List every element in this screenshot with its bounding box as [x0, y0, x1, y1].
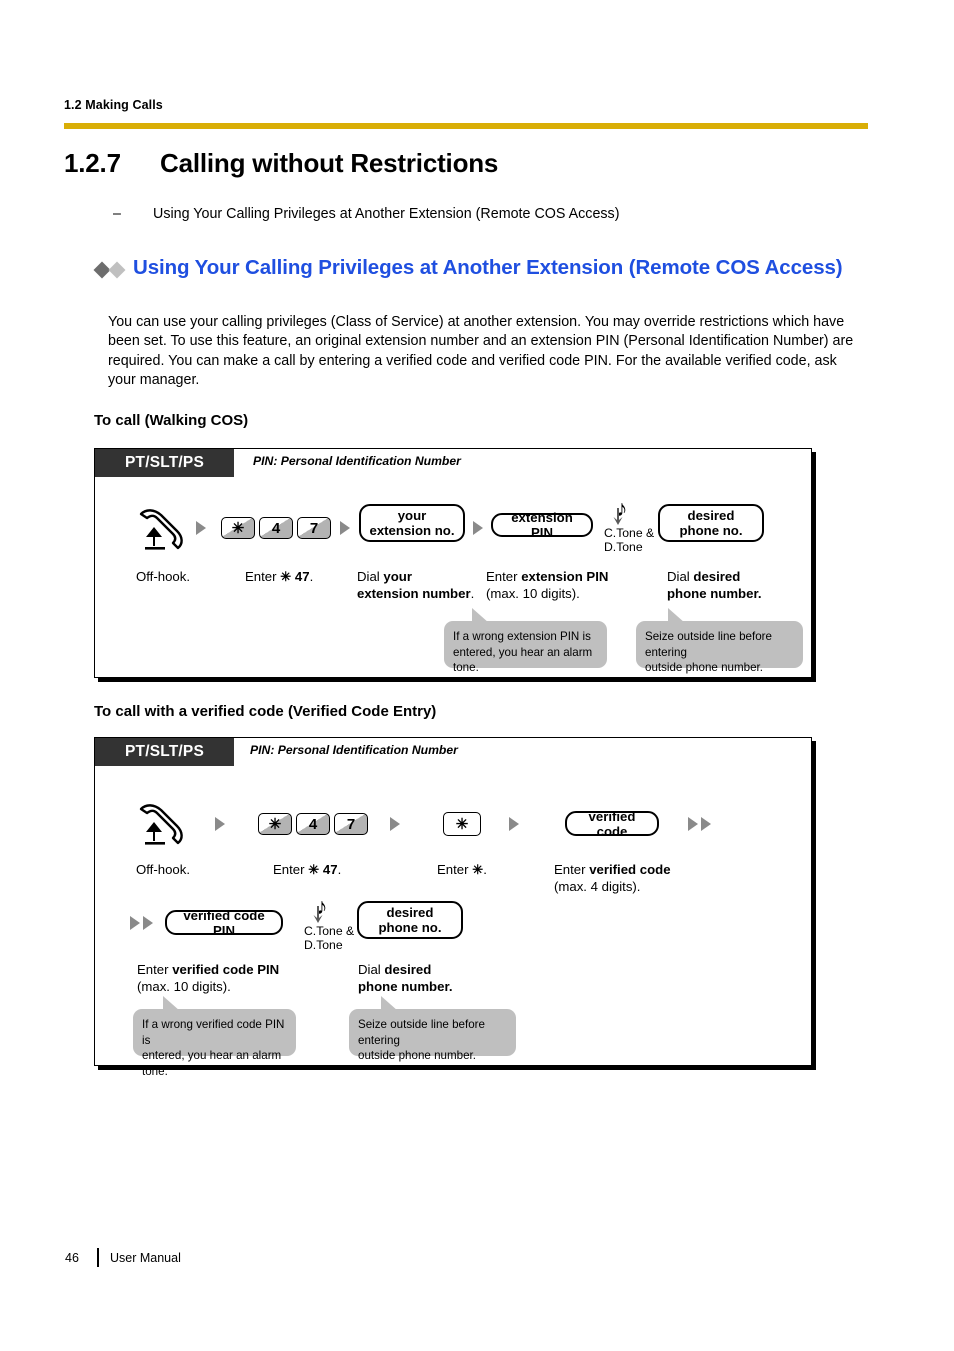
- list-item-label: Using Your Calling Privileges at Another…: [153, 206, 620, 222]
- toc-list-item: – Using Your Calling Privileges at Anoth…: [113, 206, 893, 222]
- tone-label-line-1: C.Tone &: [604, 526, 655, 540]
- tone-label-line-2: D.Tone: [604, 540, 643, 554]
- caption-enter-verified-code-pin: Enter verified code PIN (max. 10 digits)…: [137, 962, 280, 994]
- tone-label-line-1: C.Tone &: [304, 924, 355, 938]
- keypad-key-star-single[interactable]: ✳: [443, 812, 481, 836]
- field-line-1: desired: [687, 508, 735, 523]
- footer-divider: [97, 1248, 99, 1267]
- pin-legend: PIN: Personal Identification Number: [253, 454, 461, 468]
- caption-dial-extension: Dial your extension number.: [357, 569, 475, 601]
- keypad-key-7[interactable]: 7: [297, 517, 331, 539]
- flow-arrow-icon: [390, 817, 400, 831]
- flow-arrow-icon: [509, 817, 519, 831]
- flow-arrow-icon: [196, 521, 206, 535]
- phone-type-tab: PT/SLT/PS: [95, 738, 234, 766]
- keypad-key-7[interactable]: 7: [334, 813, 368, 835]
- caption-enter-star: Enter ✳.: [437, 862, 487, 877]
- body-paragraph: You can use your calling privileges (Cla…: [108, 314, 854, 389]
- down-arrow-icon: [313, 906, 323, 923]
- flow-arrow-icon: [215, 817, 225, 831]
- field-verified-code-pin[interactable]: verified code PIN: [165, 908, 283, 938]
- chapter-title: Calling without Restrictions: [160, 148, 499, 178]
- feature-heading: Using Your Calling Privileges at Another…: [93, 254, 896, 282]
- field-line-2: extension no.: [369, 523, 455, 538]
- flow-arrow-continue-icon: [688, 817, 698, 831]
- flow-arrow-continue-icon: [701, 817, 711, 831]
- pin-legend: PIN: Personal Identification Number: [250, 743, 458, 757]
- caption-offhook: Off-hook.: [136, 569, 190, 584]
- flow-arrow-continue-icon: [130, 916, 140, 930]
- flow-arrow-continue-icon: [143, 916, 153, 930]
- callout-tail-icon: [472, 608, 489, 623]
- caption-dial-phone-number: Dial desired phone number.: [358, 962, 453, 994]
- callout-seize-outside-line: Seize outside line before entering outsi…: [636, 608, 803, 674]
- caption-enter-47: Enter ✳ 47.: [273, 862, 342, 877]
- field-desired-phone-no[interactable]: desired phone no.: [658, 504, 764, 542]
- caption-enter-47: Enter ✳ 47.: [245, 569, 314, 584]
- keypad-key-4[interactable]: 4: [296, 813, 330, 835]
- caption-offhook: Off-hook.: [136, 862, 190, 877]
- keypad-key-4[interactable]: 4: [259, 517, 293, 539]
- callout-tail-icon: [163, 996, 180, 1011]
- callout-tail-icon: [381, 996, 398, 1011]
- keypad-key-star[interactable]: ✳: [221, 517, 255, 539]
- field-line-1: your: [397, 508, 427, 523]
- down-arrow-icon: [613, 508, 623, 525]
- subheading-verified-code-entry: To call with a verified code (Verified C…: [94, 703, 437, 720]
- chapter-number: 1.2.7: [64, 148, 121, 178]
- field-line-2: phone no.: [378, 920, 442, 935]
- callout-wrong-extension-pin: If a wrong extension PIN is entered, you…: [444, 608, 607, 674]
- caption-dial-phone-number: Dial desired phone number.: [667, 569, 762, 601]
- list-dash: –: [113, 206, 121, 222]
- field-line-2: phone no.: [679, 523, 743, 538]
- page-title: 1.2.7 Calling without Restrictions: [64, 148, 894, 179]
- callout-tail-icon: [668, 608, 685, 623]
- footer-document-title: User Manual: [110, 1251, 181, 1265]
- field-line-1: desired: [386, 905, 434, 920]
- callout-wrong-verified-code-pin: If a wrong verified code PIN is entered,…: [133, 996, 296, 1078]
- flow-arrow-icon: [340, 521, 350, 535]
- running-header: 1.2 Making Calls: [64, 98, 163, 112]
- caption-enter-verified-code: Enter verified code (max. 4 digits).: [554, 862, 671, 894]
- field-your-extension-no[interactable]: your extension no.: [359, 504, 465, 542]
- header-rule: [64, 123, 868, 129]
- document-page: 1.2 Making Calls 1.2.7 Calling without Re…: [0, 0, 954, 1351]
- flow-arrow-icon: [473, 521, 483, 535]
- field-extension-pin[interactable]: extension PIN: [491, 510, 593, 540]
- diagram-walking-cos: PT/SLT/PS PIN: Personal Identification N…: [94, 448, 812, 678]
- caption-enter-extension-pin: Enter extension PIN (max. 10 digits).: [486, 569, 609, 601]
- feature-heading-text: Using Your Calling Privileges at Another…: [133, 256, 843, 279]
- keypad-key-star[interactable]: ✳: [258, 813, 292, 835]
- field-desired-phone-no[interactable]: desired phone no.: [357, 901, 463, 939]
- offhook-handset-icon: [133, 801, 187, 845]
- footer-page-number: 46: [65, 1251, 79, 1265]
- field-verified-code[interactable]: verified code: [565, 809, 659, 839]
- tone-label-line-2: D.Tone: [304, 938, 343, 952]
- offhook-handset-icon: [133, 506, 187, 550]
- callout-seize-outside-line: Seize outside line before entering outsi…: [349, 996, 516, 1062]
- subheading-walking-cos: To call (Walking COS): [94, 412, 249, 429]
- diagram-verified-code-entry: PT/SLT/PS PIN: Personal Identification N…: [94, 737, 812, 1078]
- phone-type-tab: PT/SLT/PS: [95, 449, 234, 477]
- diamond-bullet-icon: [93, 255, 126, 282]
